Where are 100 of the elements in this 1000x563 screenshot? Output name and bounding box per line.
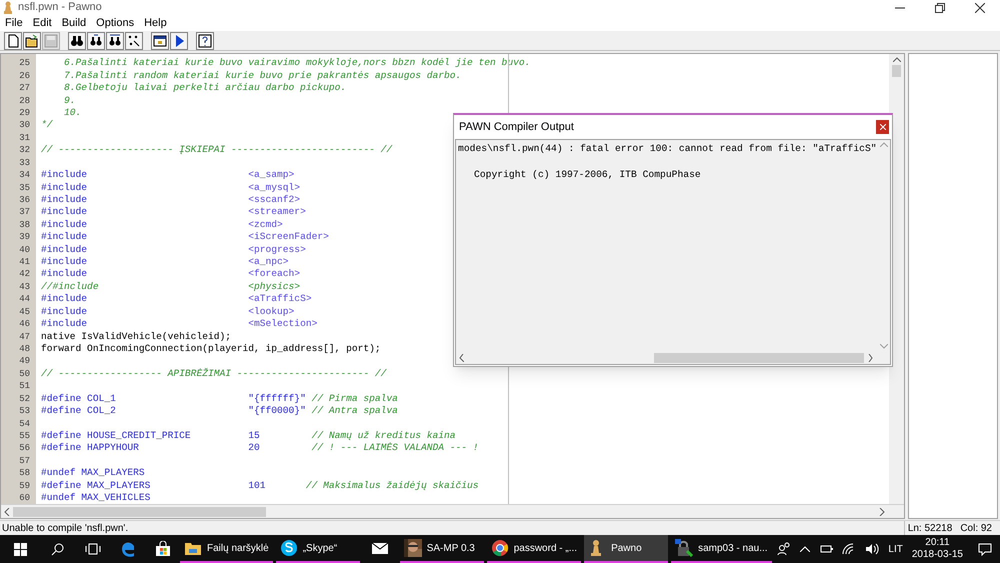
taskbar-button[interactable]: SA-MP 0.3 bbox=[400, 535, 484, 563]
code-text: #define MAX_PLAYERS bbox=[41, 480, 152, 492]
scroll-right-icon[interactable] bbox=[868, 354, 873, 362]
code-text: #define COL_1 bbox=[41, 392, 117, 406]
menu-item[interactable]: File bbox=[0, 14, 28, 32]
scroll-thumb[interactable] bbox=[654, 352, 864, 362]
people-icon[interactable] bbox=[777, 542, 792, 556]
code-comment: */ bbox=[41, 119, 53, 132]
task-view-icon[interactable] bbox=[84, 543, 100, 556]
skype-icon bbox=[280, 539, 298, 558]
line-number: 48 bbox=[18, 342, 31, 356]
code-text: #include bbox=[41, 169, 88, 182]
code-text: #undef MAX_PLAYERS bbox=[41, 467, 145, 480]
line-number: 55 bbox=[18, 430, 31, 442]
chevron-up-icon[interactable] bbox=[800, 546, 810, 552]
line-number: 35 bbox=[18, 182, 31, 194]
windows-start-icon[interactable] bbox=[14, 542, 26, 556]
scroll-up-icon[interactable] bbox=[892, 57, 900, 62]
taskbar-button[interactable]: samp03 - nau... bbox=[671, 535, 772, 563]
line-number: 30 bbox=[18, 119, 31, 132]
code-comment: 9. bbox=[63, 94, 76, 107]
edge-icon[interactable] bbox=[120, 541, 136, 558]
notifications-icon[interactable] bbox=[978, 542, 992, 556]
clock[interactable]: 20:11 2018-03-15 bbox=[912, 537, 963, 562]
scroll-thumb[interactable] bbox=[892, 65, 901, 78]
menu-item[interactable]: Build bbox=[56, 14, 92, 32]
volume-icon[interactable] bbox=[865, 543, 880, 556]
scroll-left-icon[interactable] bbox=[459, 354, 464, 362]
code-comment: 8.Gelbetoju laivai perkelti arčiau darbo pickupo. bbox=[63, 82, 346, 95]
code-text: #include bbox=[41, 206, 88, 219]
line-number: 38 bbox=[18, 218, 31, 232]
save-icon bbox=[43, 32, 59, 49]
code-comment: //#include bbox=[41, 280, 100, 294]
line-number: 53 bbox=[18, 405, 31, 418]
code-text: #include bbox=[41, 244, 88, 256]
line-number: 25 bbox=[18, 57, 31, 70]
open-button[interactable] bbox=[23, 32, 41, 50]
taskbar-button[interactable]: password - „... bbox=[486, 535, 582, 563]
new-button[interactable] bbox=[4, 32, 22, 50]
scroll-left-icon[interactable] bbox=[4, 508, 10, 516]
code-text: 15 bbox=[248, 430, 261, 442]
menu-item[interactable]: Help bbox=[139, 14, 172, 32]
code-text: #include bbox=[41, 306, 88, 318]
line-number: 40 bbox=[18, 244, 31, 256]
scroll-thumb[interactable] bbox=[13, 506, 266, 517]
line-number: 29 bbox=[18, 106, 31, 120]
code-text: <lookup> bbox=[248, 306, 294, 318]
taskbar-button[interactable]: Pawno bbox=[584, 535, 668, 563]
compile-button[interactable] bbox=[151, 32, 169, 50]
line-number: 33 bbox=[18, 156, 31, 170]
code-text: #include bbox=[41, 293, 88, 306]
code-text: #define HAPPYHOUR bbox=[41, 442, 140, 455]
restore-icon[interactable] bbox=[935, 2, 945, 12]
line-number: 42 bbox=[18, 268, 31, 281]
code-text: <a_mysql> bbox=[248, 182, 300, 194]
battery-icon[interactable] bbox=[819, 544, 834, 554]
code-comment: 10. bbox=[63, 106, 82, 120]
taskbar-button[interactable]: Failų naršyklė bbox=[180, 535, 273, 563]
help-button[interactable] bbox=[196, 32, 214, 50]
code-text: "{ff0000}" bbox=[248, 405, 306, 418]
line-number: 51 bbox=[18, 380, 31, 393]
close-button[interactable] bbox=[876, 120, 889, 134]
search-icon[interactable] bbox=[51, 542, 64, 556]
store-icon[interactable] bbox=[154, 541, 170, 558]
pawn-icon bbox=[3, 1, 13, 14]
menu-item[interactable]: Edit bbox=[28, 14, 57, 32]
code-text: <zcmd> bbox=[248, 218, 283, 232]
code-text: #include bbox=[41, 268, 88, 281]
horizontal-scrollbar[interactable] bbox=[1, 504, 904, 518]
code-text: <streamer> bbox=[248, 206, 306, 219]
code-comment: // Namų už kreditus kaina bbox=[312, 430, 456, 442]
line-number: 45 bbox=[18, 306, 31, 318]
chrome-icon bbox=[490, 539, 509, 558]
help-icon bbox=[197, 32, 213, 49]
code-text: #include bbox=[41, 256, 88, 268]
code-text: 20 bbox=[248, 442, 261, 455]
find-button[interactable] bbox=[68, 32, 86, 50]
line-number: 27 bbox=[18, 82, 31, 95]
line-number: 43 bbox=[18, 280, 31, 294]
code-text: #define COL_2 bbox=[41, 405, 117, 418]
code-text: #define HOUSE_CREDIT_PRICE bbox=[41, 430, 192, 442]
line-number: 41 bbox=[18, 256, 31, 268]
code-text: 101 bbox=[248, 480, 267, 492]
find-next-button[interactable] bbox=[87, 32, 105, 50]
run-button[interactable] bbox=[170, 32, 188, 50]
close-icon[interactable] bbox=[975, 2, 985, 12]
code-text: <a_samp> bbox=[248, 169, 294, 182]
line-number: 57 bbox=[18, 454, 31, 468]
menu-item[interactable]: Options bbox=[91, 14, 140, 32]
replace-button[interactable] bbox=[106, 32, 124, 50]
scroll-right-icon[interactable] bbox=[879, 508, 885, 516]
code-text: <sscanf2> bbox=[248, 194, 300, 206]
line-number: 32 bbox=[18, 144, 31, 157]
window-title: nsfl.pwn - Pawno bbox=[18, 0, 102, 16]
code-comment: // Antra spalva bbox=[312, 405, 398, 418]
taskbar-button[interactable]: „Skype“ bbox=[276, 535, 360, 563]
language-indicator[interactable]: LIT bbox=[888, 542, 903, 557]
code-text: forward OnIncomingConnection(playerid, ip_address[], port); bbox=[41, 342, 381, 356]
code-comment: <physics> bbox=[248, 280, 300, 294]
line-number: 50 bbox=[18, 368, 31, 380]
